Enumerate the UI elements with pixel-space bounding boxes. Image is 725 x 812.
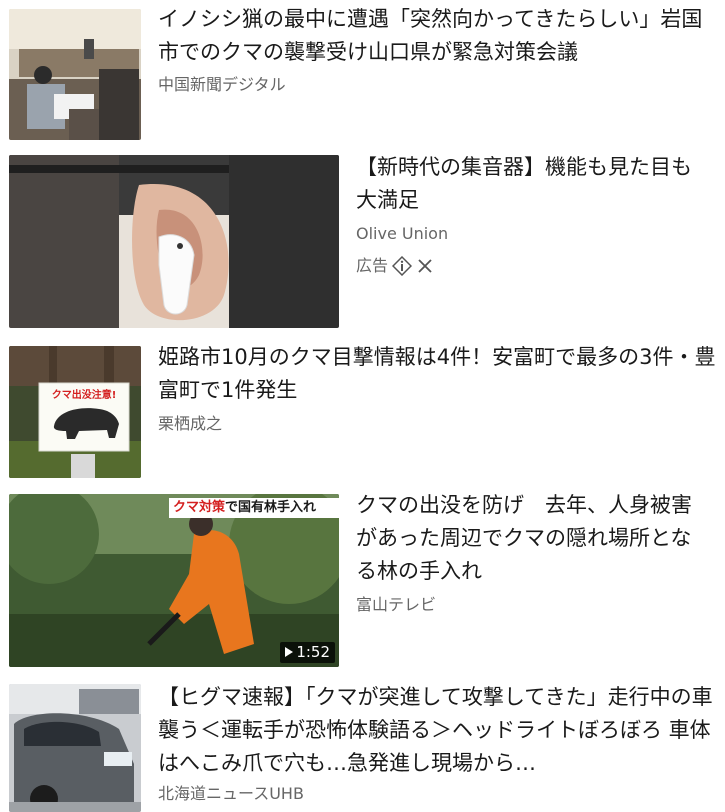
article-title[interactable]: イノシシ猟の最中に遭遇「突然向かってきたらしい」岩国市でのクマの襲撃受け山口県が… xyxy=(158,3,718,69)
play-icon xyxy=(284,646,294,658)
ad-thumbnail[interactable] xyxy=(9,155,339,328)
caption-text: で国有林手入れ xyxy=(225,500,317,515)
close-icon[interactable] xyxy=(416,257,434,275)
article-title[interactable]: 【ヒグマ速報】「クマが突進して攻撃してきた」走行中の車襲う＜運転手が恐怖体験語る… xyxy=(158,681,718,780)
ad-label: 広告 xyxy=(356,256,389,275)
article-source: 北海道ニュースUHB xyxy=(158,784,304,803)
video-duration-badge: 1:52 xyxy=(280,642,335,663)
article-thumbnail[interactable] xyxy=(9,684,141,812)
video-thumbnail[interactable]: クマ対策で国有林手入れ 1:52 xyxy=(9,494,339,667)
article-title[interactable]: クマの出没を防げ 去年、人身被害があった周辺でクマの隠れ場所となる林の手入れ xyxy=(356,489,708,588)
video-caption: クマ対策で国有林手入れ xyxy=(169,498,339,518)
article-title[interactable]: 姫路市10月のクマ目撃情報は4件！安富町で最多の3件・豊富町で1件発生 xyxy=(158,341,718,407)
news-item[interactable]: 【ヒグマ速報】「クマが突進して攻撃してきた」走行中の車襲う＜運転手が恐怖体験語る… xyxy=(0,680,725,812)
article-source: 栗栖成之 xyxy=(158,414,223,433)
ad-title[interactable]: 【新時代の集音器】機能も見た目も大満足 xyxy=(356,151,706,217)
ad-item[interactable]: 【新時代の集音器】機能も見た目も大満足 Olive Union 広告 xyxy=(0,150,725,332)
sign-text: クマ出没注意! xyxy=(52,388,117,401)
article-thumbnail[interactable]: クマ出没注意! xyxy=(9,346,141,478)
article-source: 富山テレビ xyxy=(356,595,437,614)
ad-label-row: 広告 xyxy=(356,256,434,276)
ad-advertiser: Olive Union xyxy=(356,224,449,243)
caption-highlight: クマ対策 xyxy=(173,500,226,515)
video-news-item[interactable]: クマ対策で国有林手入れ 1:52 クマの出没を防げ 去年、人身被害があった周辺で… xyxy=(0,490,725,675)
news-item[interactable]: クマ出没注意! 姫路市10月のクマ目撃情報は4件！安富町で最多の3件・豊富町で1… xyxy=(0,340,725,485)
video-duration: 1:52 xyxy=(296,643,330,661)
article-source: 中国新聞デジタル xyxy=(158,75,286,94)
article-thumbnail[interactable] xyxy=(9,9,141,140)
ad-info-icon[interactable] xyxy=(392,256,413,276)
news-item[interactable]: イノシシ猟の最中に遭遇「突然向かってきたらしい」岩国市でのクマの襲撃受け山口県が… xyxy=(0,0,725,145)
